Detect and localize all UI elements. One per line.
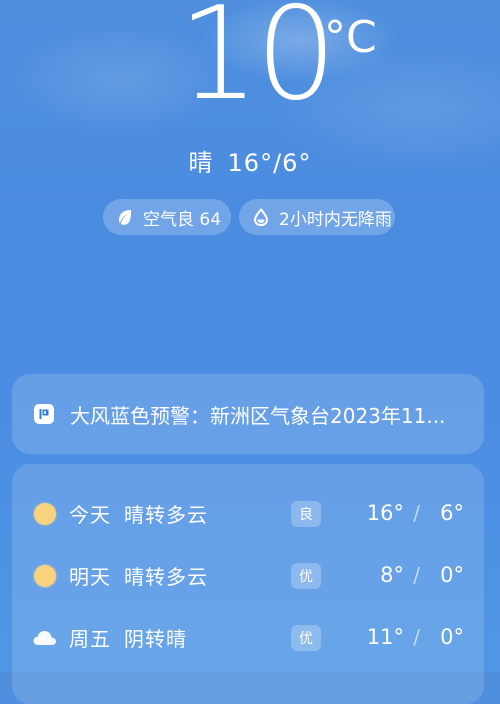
forecast-weather: 晴转多云 [124, 564, 208, 589]
cloud-icon [33, 627, 56, 649]
leaf-icon [115, 207, 135, 227]
water-drop-icon [251, 207, 271, 227]
sun-icon [34, 503, 56, 525]
forecast-day: 明天 [69, 564, 111, 589]
forecast-separator: / [413, 563, 420, 587]
temp-separator: / [273, 149, 283, 177]
high-temp: 16° [227, 149, 274, 177]
forecast-day: 今天 [69, 502, 111, 527]
forecast-low: 0° [440, 625, 464, 649]
sun-icon [34, 565, 56, 587]
air-quality-badge: 优 [291, 625, 321, 651]
daily-forecast-card: 今天 晴转多云 良 16° / 6° 明天 晴转多云 优 8° / 0° 周五 … [12, 464, 484, 704]
forecast-low: 0° [440, 563, 464, 587]
current-temperature: 10 °C [0, 0, 500, 130]
forecast-high: 11° [366, 625, 404, 649]
forecast-weather: 阴转晴 [124, 626, 187, 651]
forecast-weather: 晴转多云 [124, 502, 208, 527]
forecast-high: 8° [380, 563, 404, 587]
forecast-low: 6° [440, 501, 464, 525]
temperature-unit: °C [324, 12, 377, 63]
air-quality-chip[interactable]: 空气良 64 [103, 199, 231, 235]
weather-alert-banner[interactable]: 大风蓝色预警：新洲区气象台2023年11... [12, 374, 484, 454]
forecast-separator: / [413, 501, 420, 525]
current-condition-line: 晴 16°/6° [0, 146, 500, 180]
air-quality-badge: 良 [291, 501, 321, 527]
temperature-value: 10 [178, 0, 337, 129]
rain-forecast-chip[interactable]: 2小时内无降雨 [239, 199, 395, 235]
forecast-row-tomorrow[interactable]: 明天 晴转多云 优 8° / 0° [12, 555, 484, 595]
air-quality-label: 空气良 64 [143, 209, 222, 230]
air-quality-badge: 优 [291, 563, 321, 589]
alert-text: 大风蓝色预警：新洲区气象台2023年11... [70, 403, 446, 428]
condition-text: 晴 [188, 149, 214, 177]
rain-forecast-label: 2小时内无降雨 [279, 209, 392, 230]
forecast-day: 周五 [69, 626, 111, 651]
forecast-high: 16° [366, 501, 404, 525]
warning-flag-icon [34, 404, 54, 424]
forecast-row-friday[interactable]: 周五 阴转晴 优 11° / 0° [12, 617, 484, 657]
forecast-separator: / [413, 625, 420, 649]
forecast-row-today[interactable]: 今天 晴转多云 良 16° / 6° [12, 493, 484, 533]
low-temp: 6° [282, 149, 312, 177]
